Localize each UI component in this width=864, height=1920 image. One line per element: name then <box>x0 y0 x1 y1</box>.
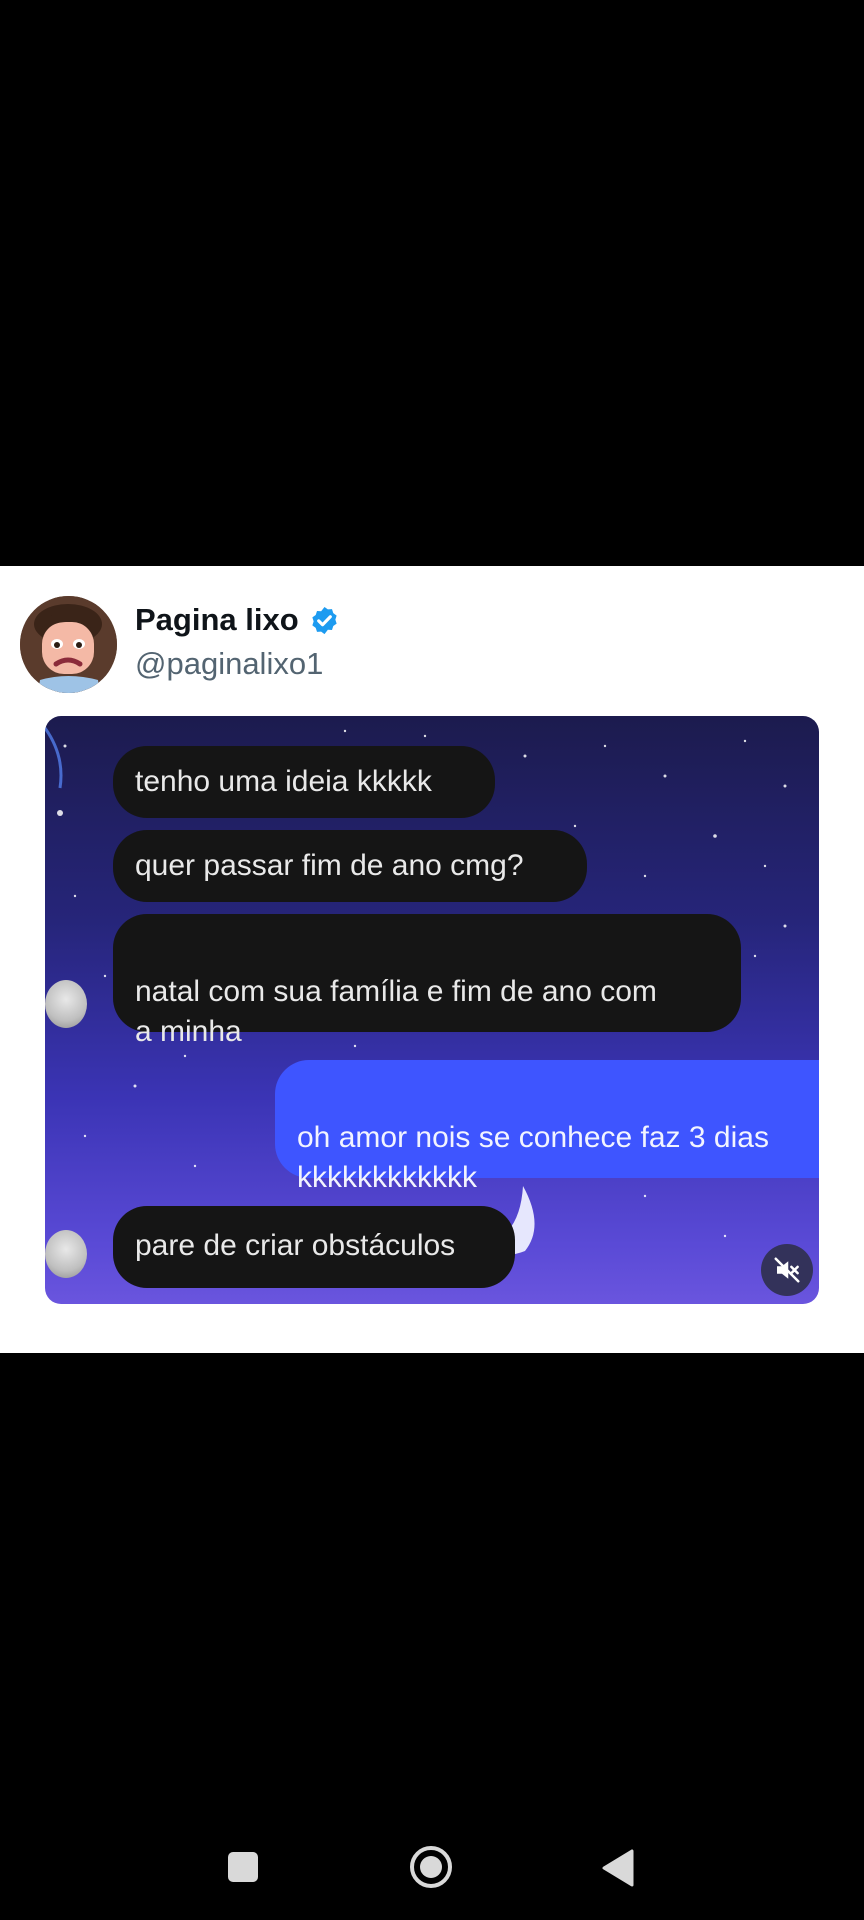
message-text: pare de criar obstáculos <box>135 1229 456 1262</box>
verified-badge-icon <box>312 606 337 634</box>
author-name[interactable]: Pagina lixo <box>135 602 340 638</box>
back-triangle-icon <box>602 1849 634 1887</box>
message-text: quer passar fim de ano cmg? <box>135 849 524 882</box>
back-button[interactable] <box>600 1848 636 1893</box>
home-circle-icon <box>410 1846 452 1888</box>
message-bubble-sent: oh amor nois se conhece faz 3 dias kkkkk… <box>275 1060 819 1194</box>
recents-button[interactable] <box>226 1850 260 1889</box>
message-bubble: quer passar fim de ano cmg? <box>113 830 587 902</box>
sender-avatar <box>45 1230 87 1278</box>
author-handle[interactable]: @paginalixo1 <box>135 646 323 682</box>
author-name-text[interactable]: Pagina lixo <box>135 602 299 638</box>
home-button[interactable] <box>408 1844 454 1895</box>
tweet-card[interactable]: Pagina lixo @paginalixo1 tenho uma ideia… <box>0 566 864 1353</box>
tweet-media-image[interactable]: tenho uma ideia kkkkk quer passar fim de… <box>45 716 819 1304</box>
message-bubble: natal com sua família e fim de ano com a… <box>113 914 741 1048</box>
message-text: tenho uma ideia kkkkk <box>135 765 432 798</box>
sender-avatar <box>45 980 87 1028</box>
author-avatar[interactable] <box>20 596 117 693</box>
message-bubble: pare de criar obstáculos <box>113 1206 515 1288</box>
mute-button[interactable] <box>761 1244 813 1296</box>
muted-speaker-icon <box>774 1257 800 1283</box>
message-bubble: tenho uma ideia kkkkk <box>113 746 495 818</box>
system-navigation-bar <box>0 1820 864 1920</box>
recents-square-icon <box>228 1852 258 1882</box>
